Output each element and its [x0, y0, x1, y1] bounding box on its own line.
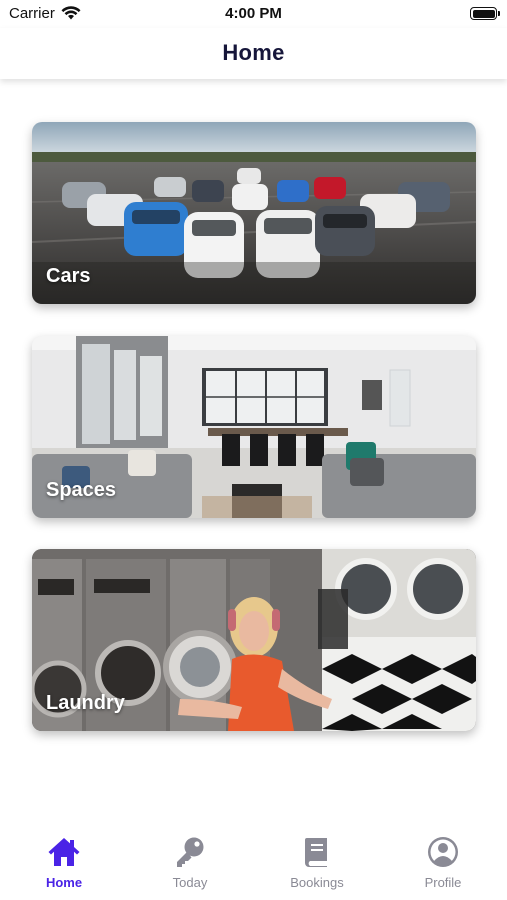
battery-icon — [470, 7, 500, 20]
nav-header: Home — [0, 28, 507, 79]
spaces-card[interactable]: Spaces — [32, 336, 476, 518]
status-time: 4:00 PM — [225, 5, 282, 22]
key-icon — [177, 837, 204, 867]
tab-bookings-label: Bookings — [290, 875, 344, 890]
spaces-card-label: Spaces — [46, 479, 117, 501]
home-icon — [48, 838, 80, 866]
laundry-card[interactable]: Laundry — [32, 549, 476, 731]
tab-today[interactable]: Today — [145, 836, 235, 896]
tab-bar: Home Today Bookings Profile — [0, 820, 507, 900]
page-title: Home — [222, 40, 285, 65]
tab-today-label: Today — [172, 875, 208, 890]
app-screen: Carrier 4:00 PM Home Cars Spaces Laundry… — [0, 0, 507, 900]
tab-home-label: Home — [45, 875, 83, 890]
user-circle-icon — [428, 837, 458, 867]
cars-card-label: Cars — [46, 265, 91, 287]
cars-card[interactable]: Cars — [32, 122, 476, 304]
tab-home[interactable]: Home — [19, 836, 109, 896]
tab-bookings[interactable]: Bookings — [272, 836, 362, 896]
book-icon — [305, 838, 327, 867]
cars-photo — [32, 122, 476, 304]
tab-profile-label: Profile — [424, 875, 462, 890]
status-bar: Carrier 4:00 PM — [0, 0, 507, 28]
tab-profile[interactable]: Profile — [398, 836, 488, 896]
laundry-card-label: Laundry — [46, 692, 125, 714]
